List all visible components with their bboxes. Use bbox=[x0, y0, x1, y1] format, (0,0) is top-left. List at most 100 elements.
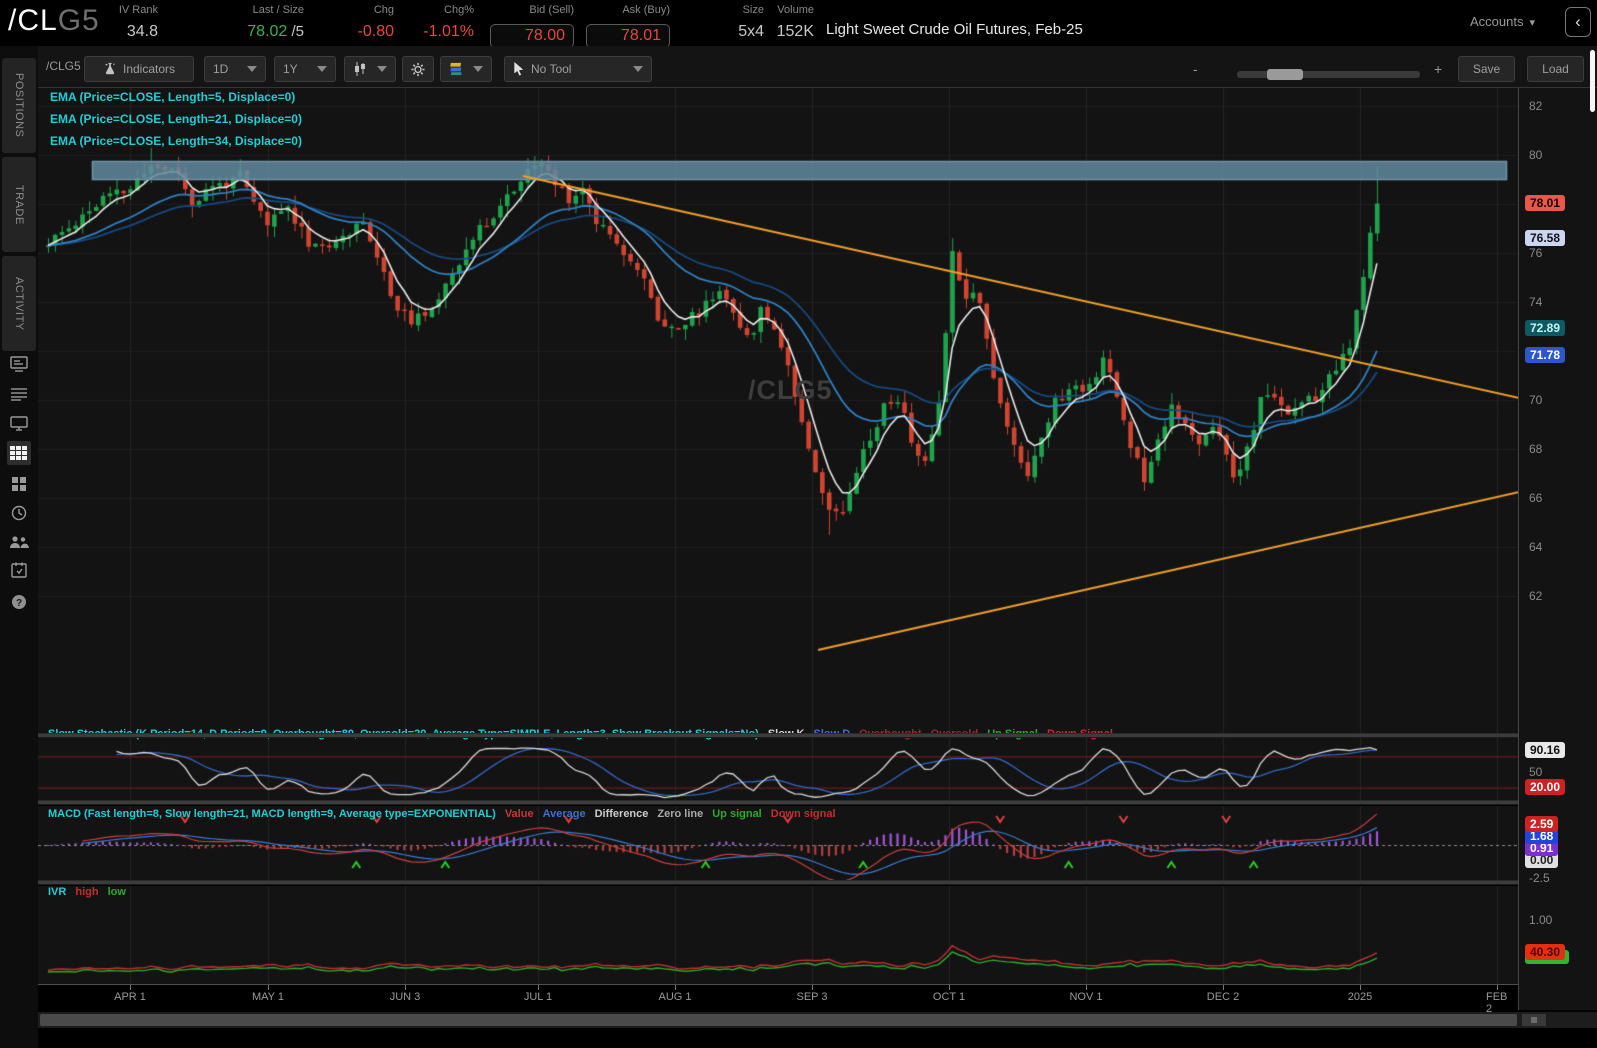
field-label: Bid (Sell) bbox=[529, 4, 574, 16]
study-title: IVR bbox=[48, 886, 67, 898]
price-box[interactable]: 78.00 bbox=[490, 24, 574, 48]
panel-separator[interactable] bbox=[38, 733, 1597, 738]
quote-field-volume: Volume 152K bbox=[762, 4, 814, 41]
stochastic-panel-canvas[interactable] bbox=[38, 738, 1518, 800]
horizontal-scrollbar[interactable] bbox=[38, 1012, 1597, 1028]
time-label-jun-3: JUN 3 bbox=[389, 991, 421, 1003]
price-axis[interactable]: 82 80 76 74 70 68 66 64 62 78.01 76.58 72.89 71.78 90… bbox=[1518, 88, 1597, 1010]
time-tick bbox=[949, 985, 950, 990]
gear-icon bbox=[411, 62, 425, 76]
vertical-scrollbar-thumb[interactable] bbox=[1590, 50, 1595, 112]
apps-icon[interactable] bbox=[7, 472, 31, 496]
sidebar-tab-activity[interactable]: ACTIVITY bbox=[2, 256, 36, 351]
price-box[interactable]: 78.01 bbox=[586, 24, 670, 48]
price-tick-70: 70 bbox=[1529, 393, 1543, 407]
time-label-2025: 2025 bbox=[1347, 991, 1373, 1003]
ivr-study-label[interactable]: IVR high low bbox=[48, 886, 135, 898]
legend-down-signal: Down signal bbox=[770, 808, 836, 820]
drawing-layers-icon bbox=[450, 62, 462, 76]
legend-low: low bbox=[107, 886, 126, 898]
watchlist-icon[interactable] bbox=[7, 382, 31, 406]
indicators-button[interactable]: Indicators bbox=[84, 56, 194, 82]
price-tick-68: 68 bbox=[1529, 442, 1543, 456]
field-label: Volume bbox=[777, 4, 814, 16]
grid-icon[interactable] bbox=[7, 441, 31, 465]
load-button[interactable]: Load bbox=[1527, 56, 1584, 82]
left-sidebar: POSITIONS TRADE ACTIVITY? bbox=[0, 46, 38, 1048]
help-icon[interactable]: ? bbox=[7, 590, 31, 614]
symbol-watermark: /CLG5 bbox=[748, 375, 833, 405]
panel-separator[interactable] bbox=[38, 800, 1597, 805]
chart-symbol-label: /CLG5 bbox=[46, 59, 81, 73]
time-tick bbox=[130, 985, 131, 990]
field-value: 78.02 /5 bbox=[247, 23, 304, 40]
time-tick bbox=[1497, 985, 1498, 990]
legend-up-signal: Up signal bbox=[712, 808, 762, 820]
time-label-aug-1: AUG 1 bbox=[658, 991, 692, 1003]
time-tick bbox=[405, 985, 406, 990]
time-label-apr-1: APR 1 bbox=[114, 991, 146, 1003]
panel-separator[interactable] bbox=[38, 880, 1597, 885]
zoom-out-button[interactable]: - bbox=[1193, 61, 1198, 77]
scrollbar-right-button[interactable] bbox=[1522, 1014, 1546, 1026]
collapse-panel-button[interactable]: ‹ bbox=[1565, 7, 1591, 37]
chevron-down-icon: ▾ bbox=[1529, 17, 1535, 29]
cursor-icon bbox=[514, 62, 524, 76]
candlestick-icon bbox=[355, 62, 365, 76]
quotes-icon[interactable] bbox=[7, 352, 31, 376]
save-button[interactable]: Save bbox=[1458, 56, 1515, 82]
price-tick-64: 64 bbox=[1529, 540, 1543, 554]
history-icon[interactable] bbox=[7, 501, 31, 525]
field-value: 152K bbox=[776, 23, 814, 40]
instrument-description: Light Sweet Crude Oil Futures, Feb-25 bbox=[826, 21, 1083, 38]
field-label: IV Rank bbox=[118, 4, 158, 16]
quote-field-size: Size 5x4 bbox=[722, 4, 764, 41]
symbol-root: /CL bbox=[8, 4, 58, 37]
chevron-down-icon bbox=[377, 66, 387, 72]
quote-header: /CLG5 IV Rank 34.8 Last / Size 78.02 /5 Chg -… bbox=[0, 0, 1597, 48]
horizontal-scrollbar-thumb[interactable] bbox=[40, 1014, 1517, 1026]
ivr-panel-canvas[interactable] bbox=[38, 886, 1518, 984]
field-label: Last / Size bbox=[252, 4, 304, 16]
price-badge-78.01: 78.01 bbox=[1525, 194, 1566, 211]
people-icon[interactable] bbox=[7, 530, 31, 554]
zoom-slider[interactable] bbox=[1237, 69, 1420, 80]
chevron-down-icon bbox=[317, 66, 327, 72]
drawings-dropdown[interactable] bbox=[440, 56, 492, 82]
symbol-expiry: G5 bbox=[57, 4, 100, 37]
legend-average: Average bbox=[542, 808, 586, 820]
zoom-slider-handle[interactable] bbox=[1267, 69, 1303, 80]
price-chart-canvas[interactable] bbox=[38, 88, 1518, 733]
field-label: Size bbox=[742, 4, 764, 16]
time-tick bbox=[268, 985, 269, 990]
field-value[interactable]: 78.00 bbox=[484, 23, 574, 48]
chevron-down-icon bbox=[633, 66, 643, 72]
stoch-tick-mid: 50 bbox=[1529, 765, 1543, 779]
field-extra: /5 bbox=[287, 23, 304, 40]
ema-label-1: EMA (Price=CLOSE, Length=21, Displace=0) bbox=[50, 112, 302, 126]
platform-icon[interactable] bbox=[7, 411, 31, 435]
active-tool-dropdown[interactable]: No Tool bbox=[504, 56, 652, 82]
quote-field-chg%: Chg% -1.01% bbox=[400, 4, 474, 41]
zoom-in-button[interactable]: + bbox=[1434, 61, 1442, 77]
sidebar-tab-positions[interactable]: POSITIONS bbox=[2, 58, 36, 153]
timeframe-dropdown[interactable]: 1D bbox=[204, 56, 266, 82]
price-tick-76: 76 bbox=[1529, 246, 1543, 260]
ivr-high-badge: 40.30 bbox=[1525, 944, 1566, 960]
field-value[interactable]: 78.01 bbox=[580, 23, 670, 48]
field-value: -1.01% bbox=[423, 23, 474, 40]
legend-high: high bbox=[75, 886, 99, 898]
chart-type-dropdown[interactable] bbox=[344, 56, 396, 82]
accounts-menu[interactable]: Accounts ▾ bbox=[1470, 14, 1535, 29]
sidebar-tab-trade[interactable]: TRADE bbox=[2, 157, 36, 252]
field-value: -0.80 bbox=[357, 23, 394, 40]
range-dropdown[interactable]: 1Y bbox=[274, 56, 336, 82]
chart-settings-button[interactable] bbox=[402, 56, 434, 82]
macd-study-label[interactable]: MACD (Fast length=8, Slow length=21, MAC… bbox=[48, 808, 845, 820]
time-tick bbox=[538, 985, 539, 990]
chart-toolbar: /CLG5 Indicators 1D 1Y No Tool - + Save … bbox=[38, 46, 1597, 88]
calendar-icon[interactable] bbox=[7, 558, 31, 582]
price-badge-71.78: 71.78 bbox=[1525, 347, 1566, 364]
time-tick bbox=[1360, 985, 1361, 990]
time-axis[interactable]: APR 1 MAY 1 JUN 3 JUL 1 AUG 1 SEP 3 OCT 1 NOV 1… bbox=[38, 984, 1519, 1015]
